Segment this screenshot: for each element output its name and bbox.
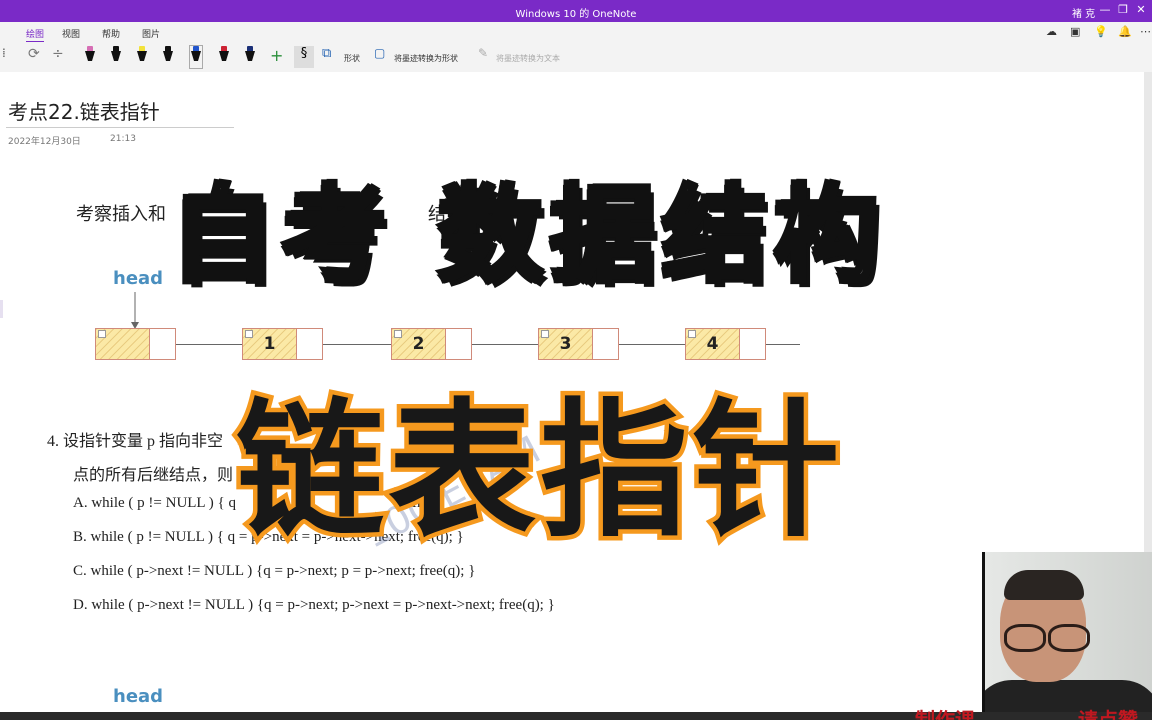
pen-navy-icon[interactable]	[244, 46, 256, 68]
pen-red-icon[interactable]	[218, 46, 230, 68]
link-arrow	[176, 344, 242, 345]
tab-view[interactable]: 视图	[62, 27, 80, 40]
more-icon[interactable]: ⋯	[1140, 25, 1151, 38]
link-arrow	[619, 344, 685, 345]
ink-to-shape-icon[interactable]: ▢	[374, 46, 394, 68]
shapes-button[interactable]: 形状	[344, 53, 360, 64]
overlay-title-bottom: 链表指针	[232, 381, 845, 562]
ink-to-text-icon[interactable]: ✎	[478, 46, 498, 68]
bell-icon[interactable]: 🔔	[1118, 25, 1132, 38]
option-a: A. while ( p != NULL ) { q	[73, 495, 236, 511]
maximize-icon[interactable]: ❐	[1116, 4, 1130, 16]
lasso-select-icon[interactable]: ⁞	[2, 46, 22, 68]
page-title[interactable]: 考点22.链表指针	[8, 96, 160, 125]
webcam-video	[982, 552, 1152, 720]
caption-left: 制作课程不易	[915, 708, 975, 720]
pen-blue-selected-icon[interactable]	[189, 45, 203, 69]
draw-toolbar: ⁞ ⟳ ÷ + § ⧉ 形状 ▢ 将墨迹转换为形状 ✎ 将墨迹转换为文本	[0, 42, 1152, 73]
link-arrow-tail	[766, 344, 800, 345]
pen-black-icon[interactable]	[110, 46, 122, 68]
share-icon[interactable]: ☁	[1046, 25, 1057, 38]
overlay-title-top: 自考 数据结构	[167, 172, 887, 299]
option-c: C. while ( p->next != NULL ) {q = p->nex…	[73, 563, 476, 579]
page-date: 2022年12月30日	[8, 137, 81, 147]
head-pointer-arrow	[131, 292, 139, 329]
tab-picture[interactable]: 图片	[142, 27, 160, 40]
highlighter-yellow-icon[interactable]	[136, 46, 148, 68]
page-time: 21:13	[110, 134, 136, 144]
ink-to-text-button[interactable]: 将墨迹转换为文本	[496, 53, 560, 64]
ruler-icon[interactable]: §	[294, 46, 314, 68]
title-underline	[6, 127, 234, 128]
title-bar: Windows 10 的 OneNote 褚 克 — ❐ ✕	[0, 0, 1152, 22]
close-icon[interactable]: ✕	[1134, 4, 1148, 16]
question-stem-line2: 点的所有后继结点，则	[73, 467, 234, 484]
ink-to-shape-button[interactable]: 将墨迹转换为形状	[394, 53, 458, 64]
ribbon-tabs: 绘图 视图 帮助 图片 ☁ ▣ 💡 🔔 ⋯	[0, 22, 1152, 43]
tab-draw[interactable]: 绘图	[26, 27, 45, 43]
link-arrow	[323, 344, 391, 345]
eraser-icon[interactable]: ÷	[52, 46, 72, 68]
pen-dark-icon[interactable]	[162, 46, 174, 68]
option-d: D. while ( p->next != NULL ) {q = p->nex…	[73, 597, 555, 613]
observe-text: 考察插入和	[76, 204, 166, 225]
lightbulb-icon[interactable]: 💡	[1094, 25, 1108, 38]
add-pen-icon[interactable]: +	[270, 46, 290, 68]
caption-right: 请点赞	[1078, 708, 1138, 720]
pen-pink-icon[interactable]	[84, 46, 96, 68]
page-margin-marker	[0, 300, 3, 318]
insert-space-icon[interactable]: ⟳	[28, 46, 48, 68]
head-label: head	[113, 268, 164, 289]
question-stem-line1: 4. 设指针变量 p 指向非空	[47, 433, 224, 450]
head-label-second: head	[113, 686, 164, 707]
window-title: Windows 10 的 OneNote	[515, 9, 637, 20]
tab-help[interactable]: 帮助	[102, 27, 120, 40]
notebook-icon[interactable]: ▣	[1070, 25, 1080, 38]
minimize-icon[interactable]: —	[1098, 4, 1112, 16]
shapes-icon[interactable]: ⧉	[322, 46, 342, 68]
user-name[interactable]: 褚 克	[1072, 5, 1095, 20]
link-arrow	[472, 344, 538, 345]
